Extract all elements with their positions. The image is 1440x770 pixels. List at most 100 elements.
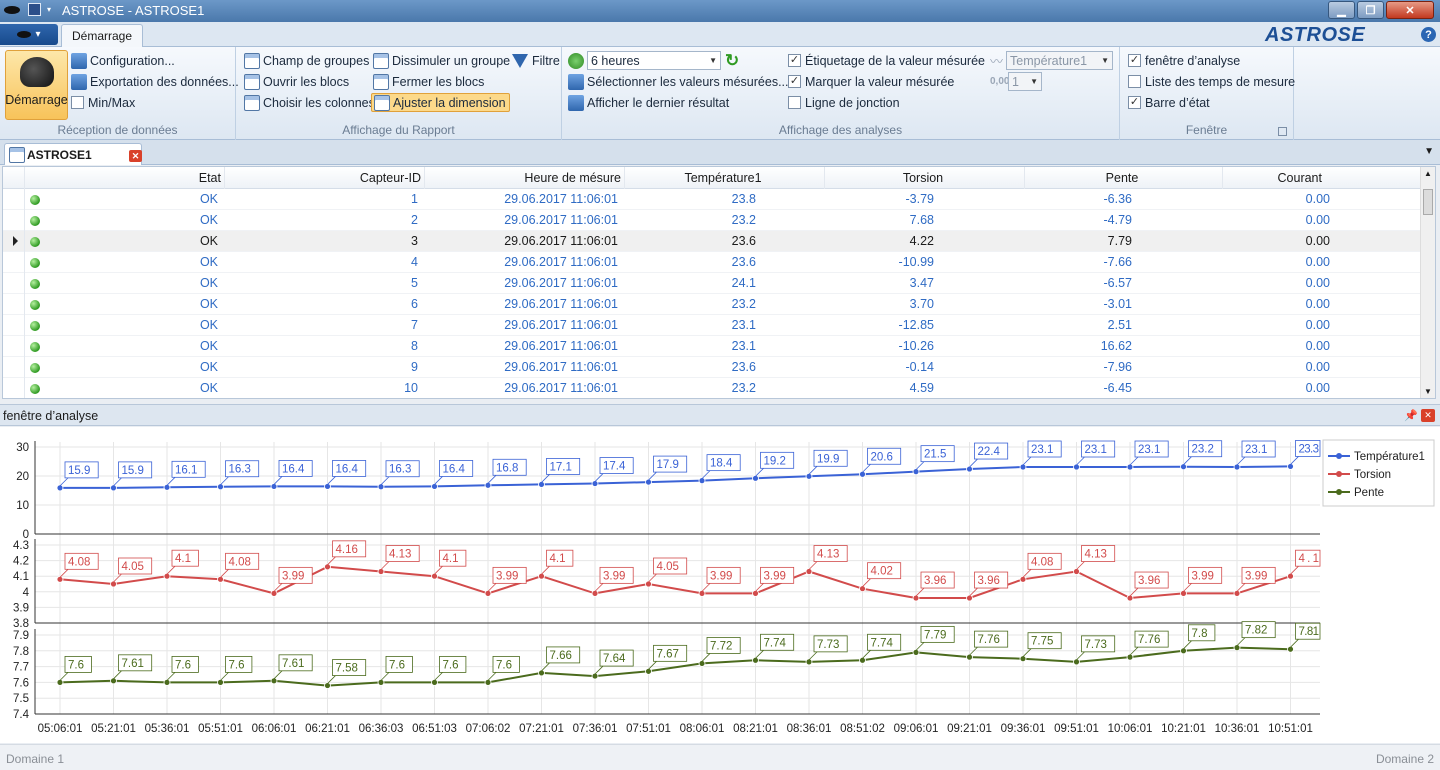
table-row[interactable]: OK 9 29.06.2017 11:06:01 23.6 -0.14 -7.96 0.00	[3, 357, 1421, 378]
refresh-icon[interactable]: ↻	[725, 52, 739, 69]
tab-list-dropdown-icon[interactable]: ▼	[1424, 146, 1434, 157]
ribbon-tab-row: ▾ Démarrage ASTROSE ?	[0, 22, 1440, 47]
table-row[interactable]: OK 7 29.06.2017 11:06:01 23.1 -12.85 2.51 0.00	[3, 315, 1421, 336]
close-pane-icon[interactable]: ✕	[1421, 409, 1435, 422]
select-values-button[interactable]: Sélectionner les valeurs mésurées...	[568, 72, 788, 91]
table-row[interactable]: OK 10 29.06.2017 11:06:01 23.2 4.59 -6.45 0.00	[3, 378, 1421, 398]
label-values-checkbox[interactable]: ✓ Étiquetage de la valeur mésurée	[788, 51, 985, 70]
scroll-thumb[interactable]	[1423, 189, 1433, 215]
customize-arrow-icon[interactable]: ▾	[47, 5, 51, 14]
tab-demarrage[interactable]: Démarrage	[61, 24, 143, 47]
minimize-button[interactable]: ▁	[1328, 1, 1355, 19]
table-row[interactable]: OK 5 29.06.2017 11:06:01 24.1 3.47 -6.57 0.00	[3, 273, 1421, 294]
label-values-label: Étiquetage de la valeur mésurée	[805, 53, 985, 68]
y-tick-label: 7.5	[13, 693, 29, 705]
close-tab-icon[interactable]: ✕	[129, 150, 142, 162]
save-icon[interactable]	[28, 3, 41, 16]
label-leader	[808, 466, 818, 475]
open-blocks-button[interactable]: Ouvrir les blocs	[244, 72, 349, 91]
label-values-check-box[interactable]: ✓	[788, 54, 801, 67]
label-leader	[487, 583, 497, 592]
legend-entry[interactable]: Température1	[1354, 451, 1425, 463]
measure-times-checkbox[interactable]: Liste des temps de mesure	[1128, 72, 1295, 91]
junction-line-check-box[interactable]	[788, 96, 801, 109]
title-bar: ▾ ASTROSE - ASTROSE1 ▁ ❐ ✕	[0, 0, 1440, 22]
scroll-up-icon[interactable]: ▲	[1424, 169, 1432, 178]
x-tick-label: 09:21:01	[947, 723, 992, 735]
dialog-launcher-icon[interactable]	[1278, 127, 1287, 136]
data-label: 15.9	[68, 465, 90, 477]
minmax-checkbox[interactable]: Min/Max	[71, 93, 135, 112]
column-header[interactable]: Torsion	[825, 167, 1025, 189]
document-tab[interactable]: ASTROSE1 ✕	[4, 143, 142, 165]
label-leader	[1129, 456, 1139, 466]
start-button[interactable]: Démarrage	[5, 50, 68, 120]
column-header[interactable]: Pente	[1025, 167, 1223, 189]
data-label: 7.81	[1299, 626, 1320, 638]
data-label: 17.4	[603, 461, 626, 473]
decimals-select[interactable]: 1 ▼	[1008, 72, 1042, 91]
table-row[interactable]: OK 2 29.06.2017 11:06:01 23.2 7.68 -4.79 0.00	[3, 210, 1421, 231]
x-tick-label: 09:06:01	[894, 723, 939, 735]
y-tick-label: 10	[16, 500, 29, 512]
column-header[interactable]: Courant	[1223, 167, 1421, 189]
table-row[interactable]: OK 1 29.06.2017 11:06:01 23.8 -3.79 -6.36 0.00	[3, 189, 1421, 210]
column-header[interactable]: Heure de mésure	[425, 167, 625, 189]
mark-values-checkbox[interactable]: ✓ Marquer la valeur mésurée	[788, 72, 954, 91]
close-blocks-label: Fermer les blocs	[392, 74, 485, 89]
close-button[interactable]: ✕	[1386, 1, 1434, 19]
data-label: 7.6	[229, 659, 245, 671]
label-leader	[1183, 456, 1192, 466]
label-leader	[808, 561, 818, 570]
group-field-button[interactable]: Champ de groupes	[244, 51, 369, 70]
vertical-scrollbar[interactable]: ▲ ▼	[1420, 167, 1435, 398]
grid-corner[interactable]	[3, 167, 25, 189]
mark-values-label: Marquer la valeur mésurée	[805, 74, 955, 89]
column-header[interactable]: Etat	[25, 167, 225, 189]
last-result-button[interactable]: Afficher le dernier résultat	[568, 93, 729, 112]
measure-times-check-box[interactable]	[1128, 75, 1141, 88]
maximize-button[interactable]: ❐	[1357, 1, 1384, 19]
filter-button[interactable]: Filtre	[512, 51, 560, 70]
table-row[interactable]: OK 4 29.06.2017 11:06:01 23.6 -10.99 -7.66 0.0…	[3, 252, 1421, 273]
application-menu-button[interactable]: ▾	[0, 24, 58, 45]
series-select[interactable]: Température1 ▼	[1006, 51, 1113, 70]
minmax-check-box[interactable]	[71, 96, 84, 109]
status-bar-checkbox[interactable]: ✓ Barre d’état	[1128, 93, 1210, 112]
label-leader	[1076, 561, 1085, 570]
analysis-window-checkbox[interactable]: ✓ fenêtre d’analyse	[1128, 51, 1240, 70]
data-label: 21.5	[924, 449, 946, 461]
label-leader	[1183, 640, 1192, 650]
table-row[interactable]: OK 6 29.06.2017 11:06:01 23.2 3.70 -3.01 0.00	[3, 294, 1421, 315]
status-bar-check-box[interactable]: ✓	[1128, 96, 1141, 109]
column-header[interactable]: Température1	[625, 167, 825, 189]
choose-columns-button[interactable]: Choisir les colonnes	[244, 93, 375, 112]
data-label: 23.1	[1245, 444, 1267, 456]
x-tick-label: 08:06:01	[680, 723, 725, 735]
legend-entry[interactable]: Pente	[1354, 487, 1384, 499]
label-leader	[380, 672, 390, 681]
close-blocks-button[interactable]: Fermer les blocs	[373, 72, 484, 91]
mark-values-check-box[interactable]: ✓	[788, 75, 801, 88]
configuration-button[interactable]: Configuration...	[71, 51, 175, 70]
junction-line-checkbox[interactable]: Ligne de jonction	[788, 93, 900, 112]
legend-swatch-marker	[1336, 489, 1342, 495]
scroll-down-icon[interactable]: ▼	[1424, 387, 1432, 396]
table-row[interactable]: OK 3 29.06.2017 11:06:01 23.6 4.22 7.79 0.00	[3, 231, 1421, 252]
table-row[interactable]: OK 8 29.06.2017 11:06:01 23.1 -10.26 16.62 0.0…	[3, 336, 1421, 357]
data-label: 3.99	[1245, 570, 1267, 582]
x-tick-label: 05:21:01	[91, 723, 136, 735]
label-leader	[113, 670, 122, 680]
data-label: 4.08	[1031, 556, 1053, 568]
help-icon[interactable]: ?	[1421, 27, 1436, 42]
fit-size-button[interactable]: Ajuster la dimension	[371, 93, 510, 112]
hide-group-button[interactable]: Dissimuler un groupe	[373, 51, 510, 70]
data-label: 7.76	[1138, 634, 1160, 646]
export-button[interactable]: Exportation des données...	[71, 72, 239, 91]
column-header[interactable]: Capteur-ID	[225, 167, 425, 189]
analysis-window-check-box[interactable]: ✓	[1128, 54, 1141, 67]
legend-entry[interactable]: Torsion	[1354, 469, 1391, 481]
group-field-icon	[244, 52, 260, 69]
pin-icon[interactable]: 📌	[1404, 409, 1418, 422]
time-range-select[interactable]: 6 heures ▼	[587, 51, 721, 70]
